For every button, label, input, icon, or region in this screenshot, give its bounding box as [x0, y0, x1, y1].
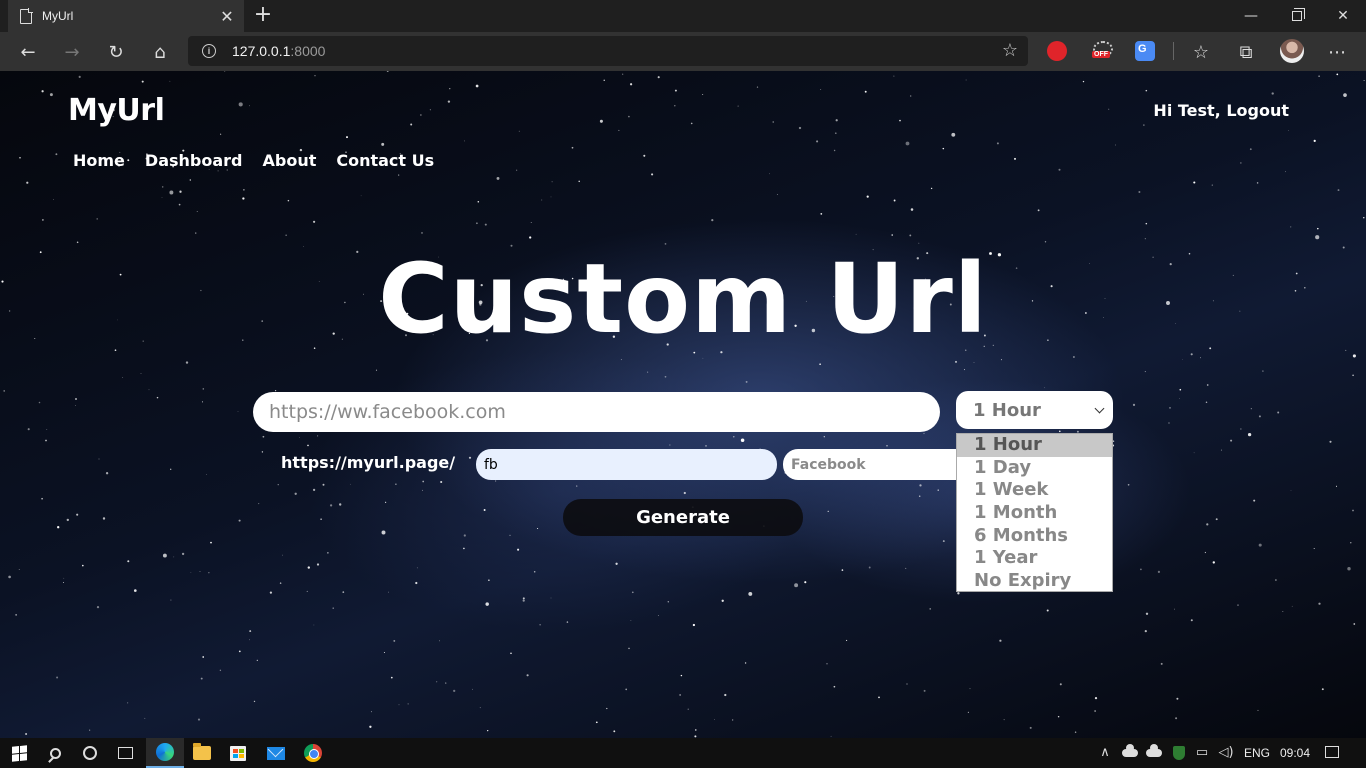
expiry-option-1-year[interactable]: 1 Year	[957, 547, 1112, 570]
greeting-logout-link[interactable]: Hi Test, Logout	[1153, 101, 1289, 120]
cortana-icon[interactable]	[71, 738, 109, 768]
home-icon[interactable]: ⌂	[145, 37, 175, 67]
nav-dashboard[interactable]: Dashboard	[145, 151, 243, 170]
tab-title: MyUrl	[42, 9, 74, 23]
network-icon[interactable]: ▭	[1194, 746, 1210, 760]
edge-taskbar-icon[interactable]	[146, 738, 184, 768]
expiry-option-no-expiry[interactable]: No Expiry	[957, 570, 1112, 593]
brand-logo[interactable]: MyUrl	[68, 93, 165, 128]
restore-icon[interactable]	[1274, 0, 1320, 32]
url-port: :8000	[290, 43, 326, 59]
expiry-select[interactable]: 1 Hour	[956, 391, 1113, 429]
nav-contact-us[interactable]: Contact Us	[336, 151, 434, 170]
volume-icon[interactable]: ◁)	[1218, 746, 1234, 760]
clock[interactable]: 09:04	[1280, 738, 1310, 768]
back-icon[interactable]: ←	[13, 37, 43, 67]
chevron-down-icon	[1094, 403, 1105, 413]
nav-home[interactable]: Home	[73, 151, 125, 170]
title-input[interactable]	[783, 449, 956, 480]
language-indicator[interactable]: ENG	[1244, 738, 1270, 768]
hero-title: Custom Url	[378, 243, 988, 355]
expiry-dropdown: 1 Hour 1 Day 1 Week 1 Month 6 Months 1 Y…	[956, 433, 1113, 592]
main-nav: Home Dashboard About Contact Us	[73, 151, 434, 170]
collections-icon[interactable]: ⧉	[1231, 37, 1261, 67]
search-icon[interactable]	[36, 738, 74, 768]
notifications-icon[interactable]	[1325, 746, 1341, 760]
browser-tabbar: MyUrl ✕ + — ✕	[0, 0, 1366, 32]
file-explorer-icon[interactable]	[183, 738, 221, 768]
expiry-selected-value: 1 Hour	[973, 399, 1041, 421]
os-taskbar: ∧ ▭ ◁) ENG 09:04	[0, 738, 1366, 768]
profile-avatar[interactable]	[1280, 39, 1304, 63]
window-close-icon[interactable]: ✕	[1320, 0, 1366, 32]
more-icon[interactable]: ⋯	[1322, 37, 1352, 67]
expiry-option-1-month[interactable]: 1 Month	[957, 502, 1112, 525]
page-viewport: MyUrl Hi Test, Logout Home Dashboard Abo…	[0, 71, 1366, 738]
minimize-icon[interactable]: —	[1228, 0, 1274, 32]
extension-translate-icon[interactable]	[1135, 41, 1155, 61]
alias-input[interactable]	[476, 449, 777, 480]
security-shield-icon[interactable]	[1173, 746, 1189, 760]
extension-adblock-icon[interactable]	[1047, 41, 1067, 61]
store-icon[interactable]	[219, 738, 257, 768]
info-icon[interactable]: i	[202, 44, 216, 58]
browser-tab[interactable]: MyUrl ✕	[8, 0, 244, 32]
new-tab-icon[interactable]: +	[253, 3, 273, 27]
favorites-icon[interactable]: ☆	[1186, 37, 1216, 67]
forward-icon[interactable]: →	[57, 37, 87, 67]
start-windows-icon[interactable]	[0, 738, 38, 768]
tray-chevron-up-icon[interactable]: ∧	[1097, 746, 1113, 760]
onedrive-cloud-icon[interactable]	[1122, 744, 1138, 760]
extension-off-icon[interactable]	[1091, 41, 1113, 61]
favorite-star-icon[interactable]: ☆	[1002, 40, 1018, 61]
expiry-option-6-months[interactable]: 6 Months	[957, 525, 1112, 548]
refresh-icon[interactable]: ↻	[101, 37, 131, 67]
close-tab-icon[interactable]: ✕	[218, 7, 236, 26]
address-bar[interactable]: i 127.0.0.1:8000 ☆	[188, 36, 1028, 66]
expiry-option-1-week[interactable]: 1 Week	[957, 479, 1112, 502]
generate-button[interactable]: Generate	[563, 499, 803, 536]
chrome-taskbar-icon[interactable]	[294, 738, 332, 768]
mail-icon[interactable]	[257, 738, 295, 768]
url-host: 127.0.0.1	[232, 43, 291, 59]
toolbar-divider	[1173, 42, 1174, 60]
expiry-option-1-day[interactable]: 1 Day	[957, 457, 1112, 480]
cloud-upload-icon[interactable]	[1146, 744, 1162, 760]
short-url-prefix: https://myurl.page/	[281, 453, 456, 472]
page-icon	[20, 7, 33, 24]
task-view-icon[interactable]	[106, 738, 144, 768]
expiry-option-1-hour[interactable]: 1 Hour	[957, 434, 1112, 457]
nav-about[interactable]: About	[262, 151, 316, 170]
long-url-input[interactable]	[253, 392, 940, 432]
